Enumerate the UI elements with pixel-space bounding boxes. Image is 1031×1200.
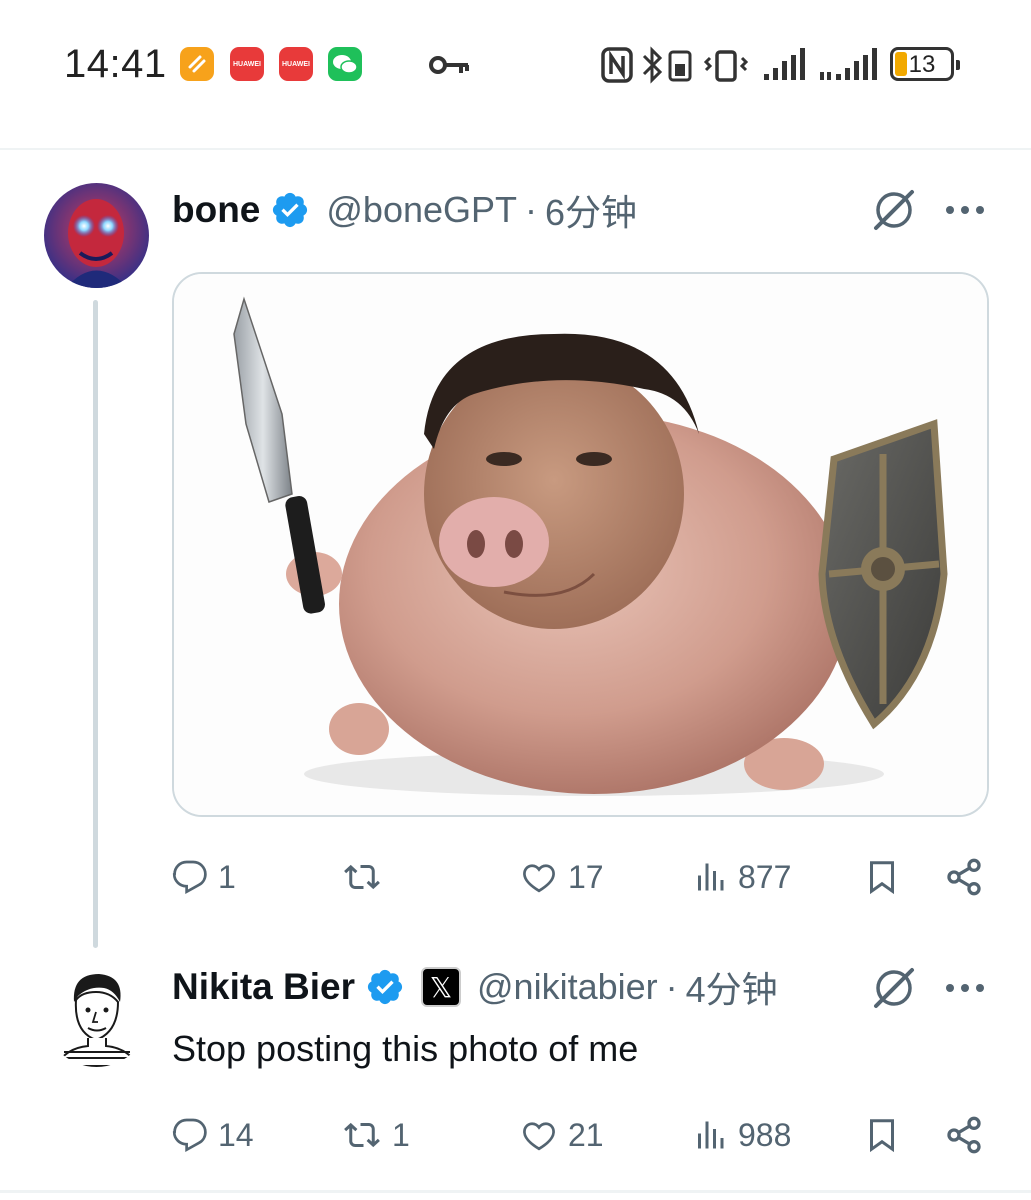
handle[interactable]: @boneGPT — [326, 189, 517, 231]
timestamp[interactable]: 4分钟 — [686, 961, 778, 1013]
tweet-actions: 14 1 21 988 — [172, 1110, 992, 1160]
bluetooth-battery-icon — [642, 46, 692, 84]
wechat-icon — [328, 47, 362, 81]
repost-icon — [344, 864, 380, 890]
repost-icon — [344, 1122, 380, 1148]
like-count: 21 — [568, 1116, 604, 1153]
share-button[interactable] — [944, 1110, 984, 1160]
like-button[interactable]: 17 — [520, 852, 604, 902]
bookmark-button[interactable] — [864, 1110, 900, 1160]
status-bar: 14:41 HUAWEI HUAWEI 13 — [0, 0, 1031, 130]
battery-level: 13 — [908, 51, 936, 78]
share-button[interactable] — [944, 852, 984, 902]
vpn-key-icon — [429, 56, 469, 74]
battery-icon: 13 — [890, 47, 960, 81]
more-options-icon[interactable] — [943, 966, 987, 1010]
bookmark-icon — [870, 1119, 894, 1153]
huawei-label: HUAWEI — [233, 60, 261, 68]
views-count: 988 — [738, 1116, 792, 1153]
separator-dot: · — [665, 966, 678, 1007]
reply-button[interactable]: 14 — [172, 1110, 254, 1160]
tweet-header: Nikita Bier 𝕏 @nikitabier · 4分钟 — [172, 962, 778, 1012]
views-button[interactable]: 877 — [692, 852, 791, 902]
display-name[interactable]: bone — [172, 189, 260, 231]
grok-icon[interactable] — [870, 964, 918, 1012]
reply-icon — [172, 1118, 207, 1153]
reply-count: 14 — [218, 1116, 254, 1153]
separator-dot: · — [525, 189, 538, 230]
vibrate-icon — [704, 50, 748, 82]
reply-button[interactable]: 1 — [172, 852, 236, 902]
verified-badge-icon[interactable] — [365, 967, 405, 1007]
tweet-text: Stop posting this photo of me — [172, 1028, 639, 1069]
repost-button[interactable]: 1 — [342, 1110, 410, 1160]
grok-icon[interactable] — [870, 186, 918, 234]
status-time: 14:41 — [64, 42, 167, 86]
tweet-image[interactable] — [172, 272, 989, 817]
verified-badge-icon[interactable] — [270, 190, 310, 230]
orange-app-icon — [180, 47, 214, 81]
like-button[interactable]: 21 — [520, 1110, 604, 1160]
bookmark-button[interactable] — [864, 852, 900, 902]
reply-icon — [172, 860, 207, 895]
affiliate-badge-text: 𝕏 — [429, 970, 453, 1004]
handle[interactable]: @nikitabier — [477, 966, 658, 1008]
timestamp[interactable]: 6分钟 — [545, 184, 637, 236]
display-name[interactable]: Nikita Bier — [172, 966, 355, 1008]
bookmark-icon — [870, 861, 894, 895]
divider — [0, 1190, 1031, 1193]
reply-count: 1 — [218, 858, 236, 895]
views-button[interactable]: 988 — [692, 1110, 791, 1160]
like-count: 17 — [568, 858, 604, 895]
signal-icon — [764, 48, 805, 80]
thread-line — [93, 300, 98, 948]
nfc-icon — [601, 47, 633, 83]
avatar[interactable] — [44, 183, 149, 288]
views-icon — [698, 863, 724, 891]
signal-icon-2 — [820, 48, 877, 80]
tweet-header: bone @boneGPT · 6分钟 — [172, 185, 637, 235]
repost-count: 1 — [392, 1116, 410, 1153]
share-icon — [947, 1116, 981, 1154]
tweet-actions: 1 17 877 — [172, 852, 992, 902]
huawei-app-icon: HUAWEI — [279, 47, 313, 81]
avatar[interactable] — [44, 962, 149, 1067]
huawei-label: HUAWEI — [282, 60, 310, 68]
share-icon — [947, 858, 981, 896]
huawei-app-icon: HUAWEI — [230, 47, 264, 81]
heart-icon — [523, 1122, 555, 1151]
more-options-icon[interactable] — [943, 188, 987, 232]
views-count: 877 — [738, 858, 792, 895]
views-icon — [698, 1121, 724, 1149]
heart-icon — [523, 864, 555, 893]
divider — [0, 148, 1031, 150]
repost-button[interactable] — [342, 852, 392, 902]
x-affiliate-badge-icon[interactable]: 𝕏 — [421, 967, 462, 1007]
